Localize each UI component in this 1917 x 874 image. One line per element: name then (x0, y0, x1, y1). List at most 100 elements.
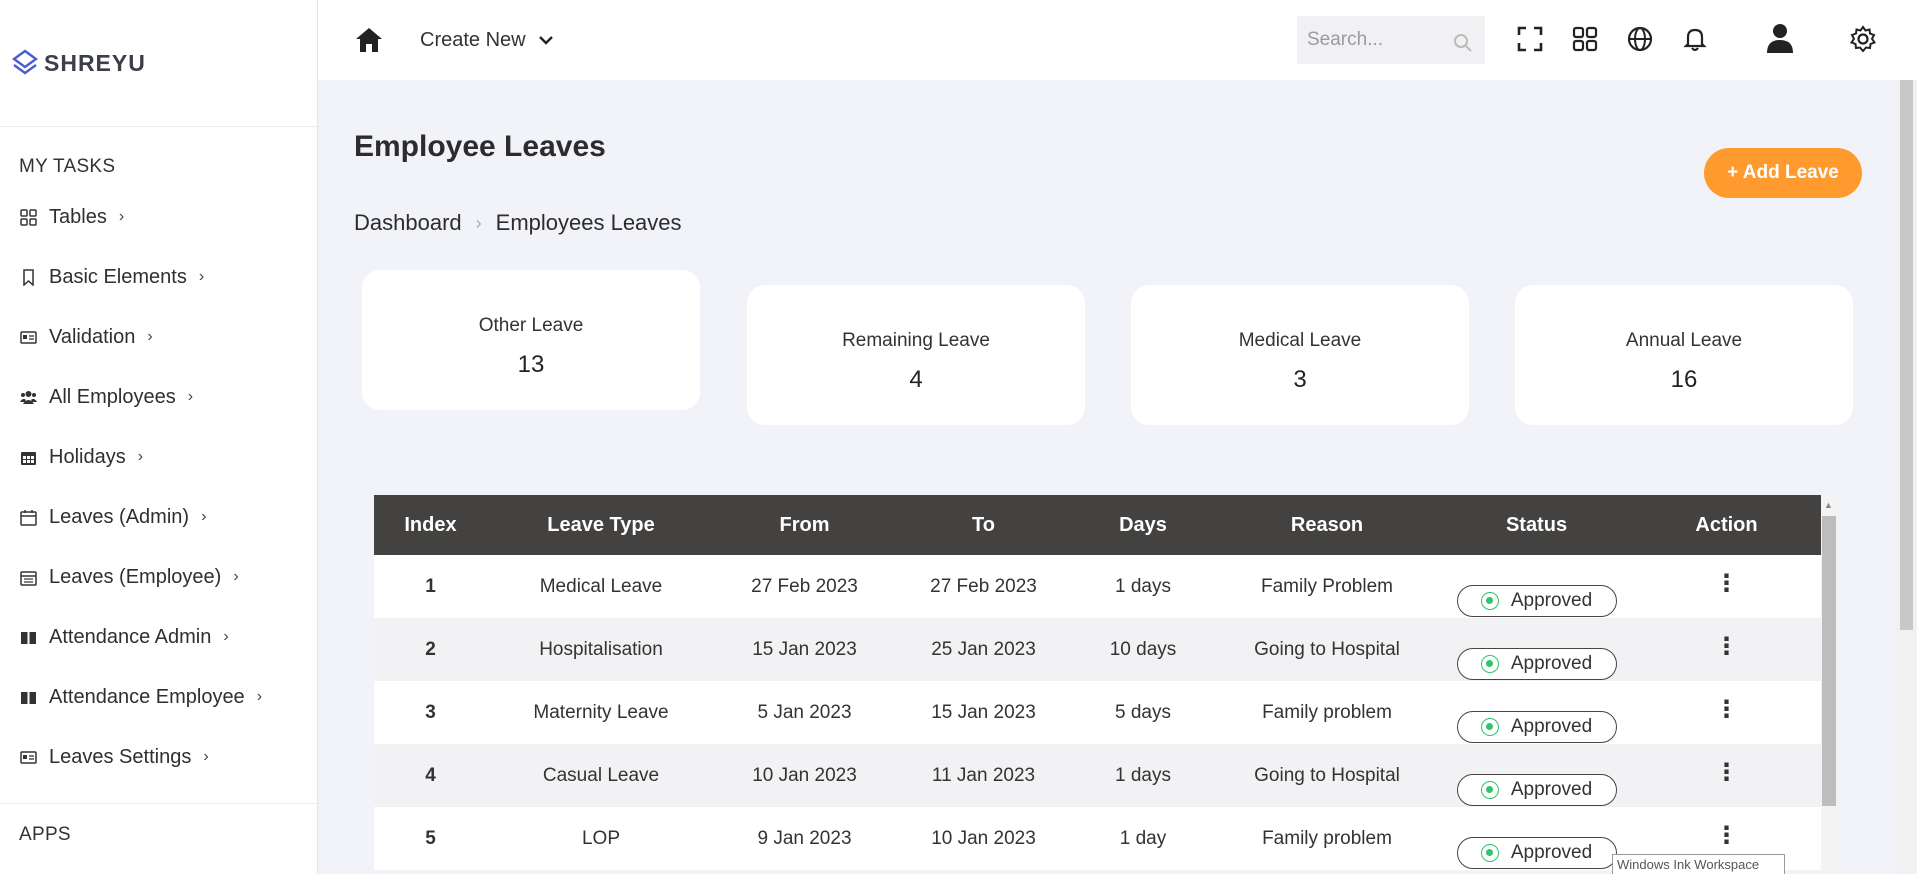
sidebar-item-validation[interactable]: Validation › (0, 307, 317, 367)
chevron-right-icon: › (187, 388, 194, 405)
cell-action: ⋮ (1632, 618, 1821, 681)
more-options-icon[interactable]: ⋮ (1715, 821, 1739, 850)
cell-index: 4 (425, 764, 436, 786)
search-input[interactable] (1307, 29, 1447, 51)
sidebar-item-leaves-settings[interactable]: Leaves Settings › (0, 727, 317, 787)
apps-grid-icon[interactable] (1570, 24, 1600, 54)
create-new-label: Create New (420, 28, 526, 51)
scroll-up-arrow-icon[interactable]: ▲ (1824, 500, 1833, 510)
page-title: Employee Leaves (354, 130, 606, 163)
cell-status: Approved (1441, 744, 1632, 807)
more-options-icon[interactable]: ⋮ (1715, 758, 1739, 787)
table-row: 3 Maternity Leave 5 Jan 2023 15 Jan 2023… (374, 681, 1821, 744)
cell-action: ⋮ (1632, 555, 1821, 618)
status-dot-icon (1480, 591, 1499, 610)
sidebar-item-attendance-employee[interactable]: Attendance Employee › (0, 667, 317, 727)
gear-icon[interactable] (1848, 24, 1878, 54)
chevron-right-icon: › (233, 568, 239, 585)
cell-status: Approved (1441, 807, 1632, 870)
cell-reason: Going to Hospital (1254, 764, 1400, 786)
breadcrumb-current: Employees Leaves (495, 210, 682, 235)
cell-days: 1 days (1115, 575, 1171, 597)
sidebar-item-label: Leaves (Admin) (49, 505, 190, 528)
cell-index: 2 (425, 638, 436, 660)
status-dot-icon (1480, 843, 1499, 862)
table-scrollbar-thumb[interactable] (1822, 516, 1836, 806)
sidebar-item-label: Leaves (Employee) (49, 565, 222, 588)
brand[interactable]: SHREYU (0, 0, 317, 127)
sidebar-item-holidays[interactable]: Holidays › (0, 427, 317, 487)
section-title-my-tasks: MY TASKS (19, 156, 116, 177)
page-scrollbar[interactable] (1896, 80, 1917, 874)
stat-card-remaining-leave: Remaining Leave 4 (747, 285, 1085, 425)
chevron-right-icon: › (223, 628, 229, 645)
sidebar-item-label: Basic Elements (49, 265, 187, 288)
stat-label: Remaining Leave (842, 330, 990, 351)
create-new-dropdown[interactable]: Create New (420, 29, 554, 52)
home-icon[interactable] (354, 26, 384, 54)
leaves-table-container: Index Leave Type From To Days Reason Sta… (374, 495, 1821, 870)
globe-icon[interactable] (1625, 24, 1655, 54)
cell-action: ⋮ (1632, 744, 1821, 807)
status-text: Approved (1510, 589, 1593, 611)
more-options-icon[interactable]: ⋮ (1715, 632, 1739, 661)
breadcrumb-dashboard[interactable]: Dashboard (354, 210, 462, 236)
cell-leave-type: Casual Leave (542, 764, 660, 786)
sidebar-item-attendance-admin[interactable]: Attendance Admin › (0, 607, 317, 667)
cell-reason: Going to Hospital (1254, 638, 1400, 660)
fullscreen-icon[interactable] (1515, 24, 1545, 54)
status-badge[interactable]: Approved (1456, 773, 1617, 806)
cell-days: 5 days (1115, 701, 1171, 723)
sidebar-item-leaves-employee[interactable]: Leaves (Employee) › (0, 547, 317, 607)
sidebar-menu: Tables › Basic Elements › Validation › A… (0, 187, 317, 787)
bell-icon[interactable] (1680, 24, 1710, 54)
main-content: Employee Leaves + Add Leave Dashboard › … (318, 80, 1917, 874)
sidebar-item-label: Validation (49, 325, 136, 348)
status-text: Approved (1510, 715, 1593, 737)
cell-reason: Family problem (1262, 827, 1392, 849)
brand-name: SHREYU (44, 49, 146, 76)
status-dot-icon (1480, 654, 1499, 673)
status-text: Approved (1510, 652, 1593, 674)
cell-action: ⋮ (1632, 681, 1821, 744)
chevron-right-icon: › (137, 448, 144, 465)
sidebar-item-label: Attendance Admin (49, 625, 212, 648)
table-row: 1 Medical Leave 27 Feb 2023 27 Feb 2023 … (374, 555, 1821, 618)
add-leave-button[interactable]: + Add Leave (1704, 148, 1862, 198)
book-icon (20, 629, 37, 646)
cell-reason: Family problem (1262, 701, 1392, 723)
status-badge[interactable]: Approved (1456, 710, 1617, 743)
user-avatar-icon[interactable] (1763, 21, 1797, 55)
table-row: 5 LOP 9 Jan 2023 10 Jan 2023 1 day Famil… (374, 807, 1821, 870)
cell-status: Approved (1441, 618, 1632, 681)
search-icon[interactable] (1453, 33, 1473, 53)
cell-days: 1 days (1115, 764, 1171, 786)
page-scrollbar-thumb[interactable] (1900, 80, 1913, 630)
calendar-list-icon (20, 569, 37, 586)
sidebar-item-basic-elements[interactable]: Basic Elements › (0, 247, 317, 307)
cell-reason: Family Problem (1261, 575, 1393, 597)
column-header: Reason (1290, 513, 1364, 536)
sidebar-item-label: Leaves Settings (49, 745, 192, 768)
chevron-right-icon: › (201, 508, 207, 525)
column-header: From (779, 513, 830, 536)
more-options-icon[interactable]: ⋮ (1715, 695, 1739, 724)
bookmark-icon (20, 268, 37, 286)
cell-leave-type: LOP (581, 827, 621, 849)
cell-from: 27 Feb 2023 (751, 575, 858, 597)
more-options-icon[interactable]: ⋮ (1715, 569, 1739, 598)
sidebar-item-tables[interactable]: Tables › (0, 187, 317, 247)
sidebar: SHREYU MY TASKS Tables › Basic Elements … (0, 0, 318, 874)
status-badge[interactable]: Approved (1456, 647, 1617, 680)
cell-from: 9 Jan 2023 (757, 827, 852, 849)
sidebar-item-leaves-admin[interactable]: Leaves (Admin) › (0, 487, 317, 547)
cell-days: 10 days (1109, 638, 1177, 660)
status-badge[interactable]: Approved (1456, 836, 1617, 869)
table-scrollbar[interactable]: ▲ (1821, 498, 1837, 874)
status-badge[interactable]: Approved (1456, 584, 1617, 617)
cell-index: 3 (425, 701, 436, 723)
stat-value: 4 (909, 366, 923, 393)
chevron-right-icon: › (147, 328, 153, 345)
status-dot-icon (1480, 780, 1499, 799)
sidebar-item-all-employees[interactable]: All Employees › (0, 367, 317, 427)
